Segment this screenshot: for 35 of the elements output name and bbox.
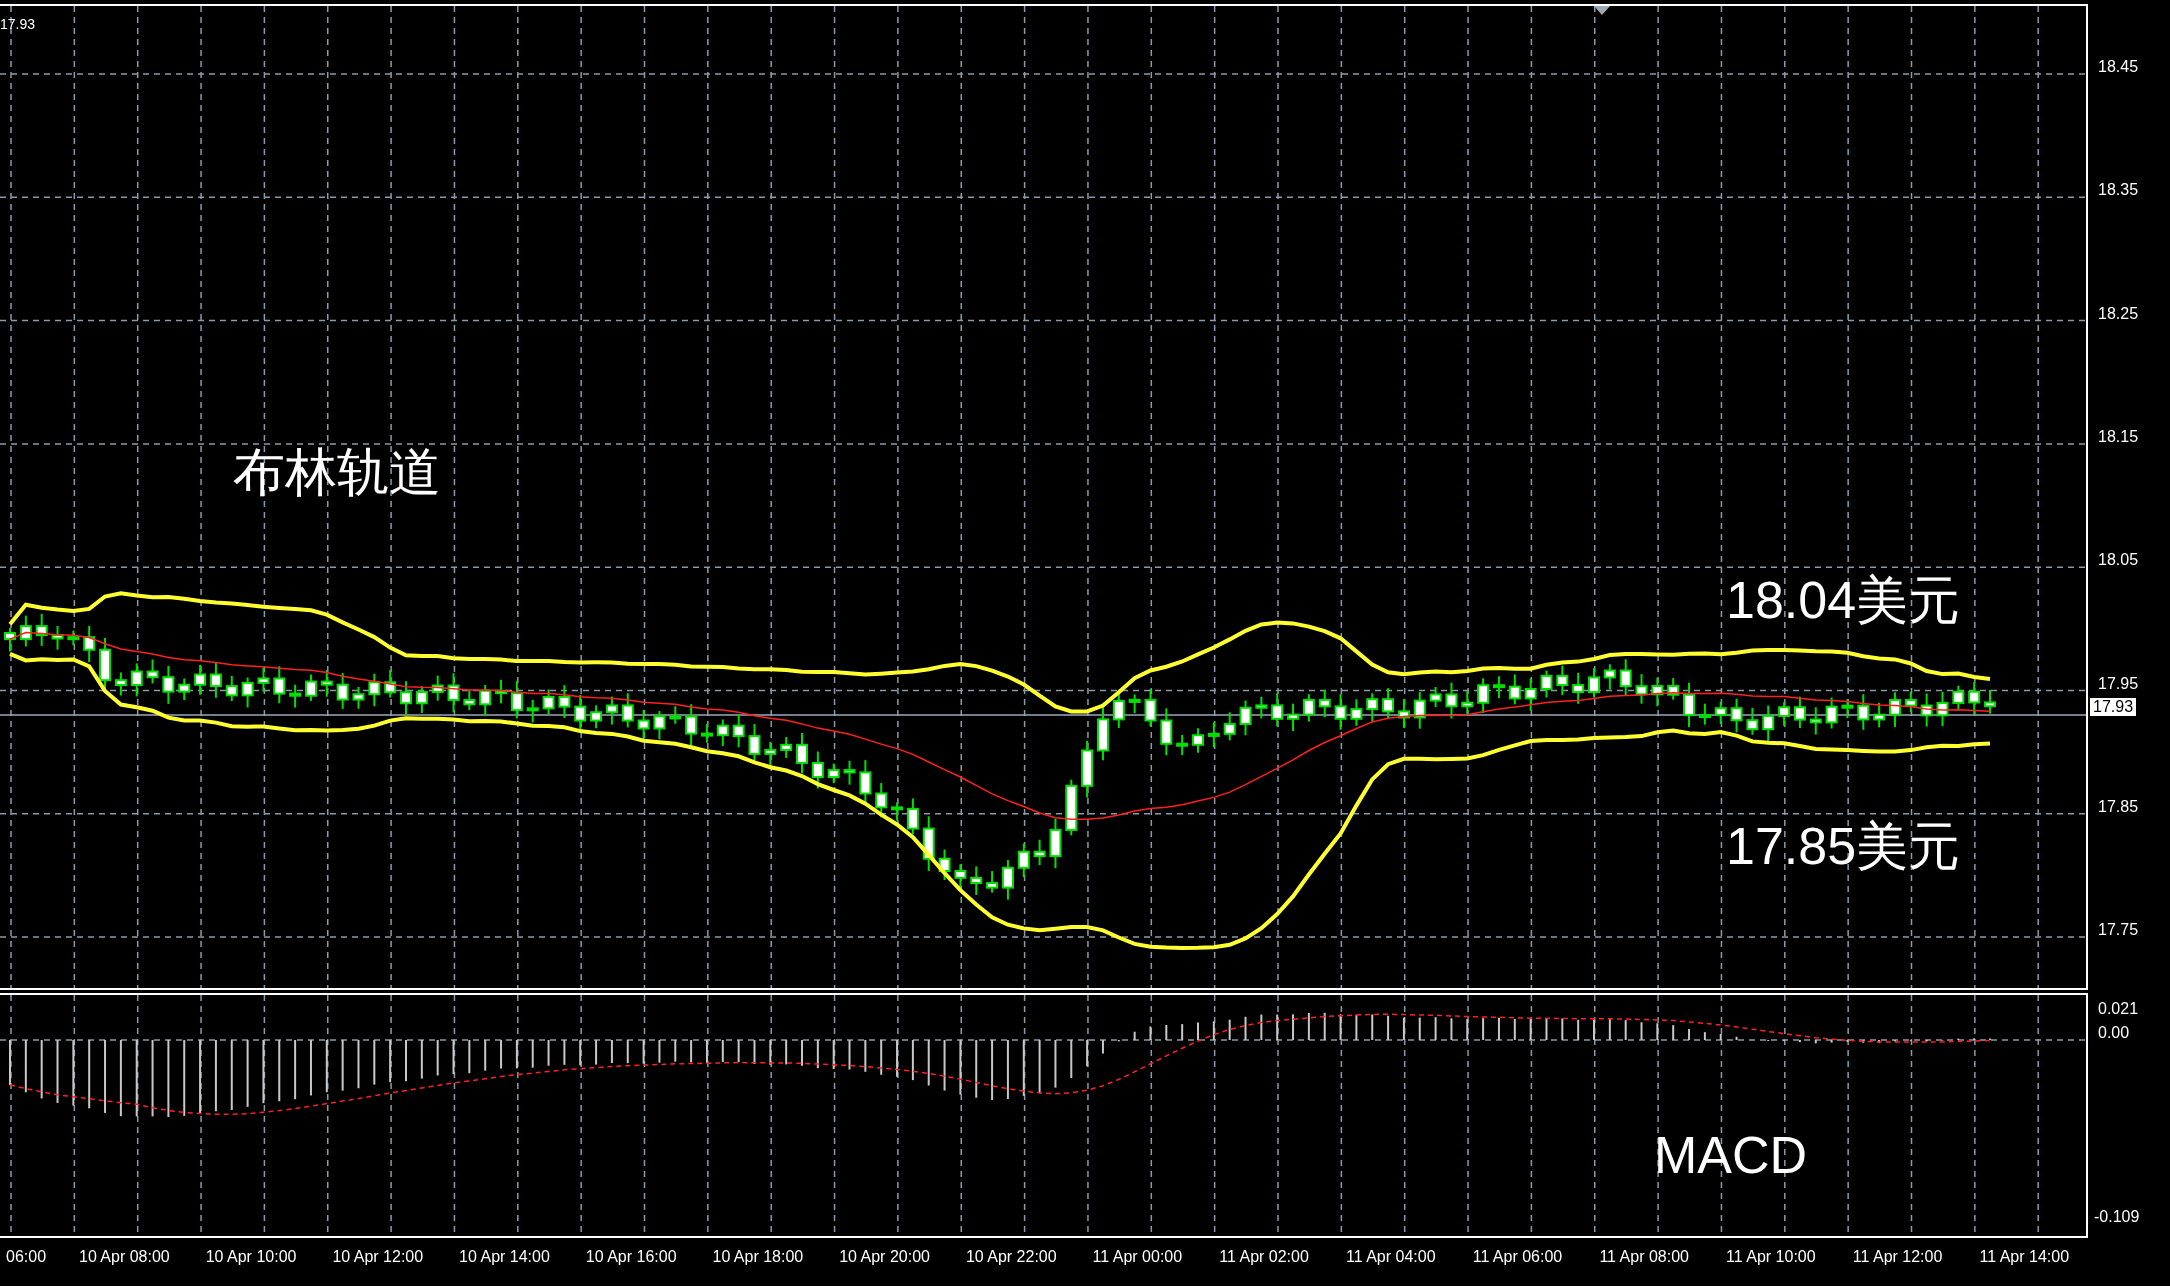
price-axis-label: 18.25	[2098, 304, 2139, 323]
time-axis-label: 10 Apr 20:00	[839, 1248, 930, 1266]
chart-annotation: 布林轨道	[233, 442, 441, 503]
time-axis-label: 10 Apr 14:00	[459, 1248, 550, 1266]
price-axis-label: 18.35	[2098, 181, 2139, 200]
time-axis-label: 10 Apr 18:00	[712, 1248, 804, 1266]
time-axis-label: 10 Apr 08:00	[79, 1248, 170, 1266]
price-axis-label: 17.75	[2098, 921, 2139, 940]
chart-annotation: 18.04美元	[1726, 570, 1961, 631]
time-axis-label: 10 Apr 12:00	[332, 1248, 424, 1266]
time-axis-label: 10 Apr 16:00	[585, 1248, 677, 1266]
price-axis-label: 17.95	[2098, 674, 2139, 693]
price-axis-label: 18.05	[2098, 551, 2139, 570]
time-axis-label: 11 Apr 08:00	[1599, 1248, 1689, 1266]
indicator-label: MACD	[1654, 1125, 1808, 1185]
macd-axis-label: 0.00	[2098, 1024, 2130, 1042]
time-axis-label: 10 Apr 22:00	[965, 1248, 1057, 1266]
price-axis-label: 18.45	[2098, 58, 2139, 76]
macd-axis-label: 0.021	[2098, 1000, 2139, 1018]
time-axis-label: 11 Apr 06:00	[1472, 1248, 1563, 1266]
chart-annotation: 17.85美元	[1726, 816, 1961, 877]
triangle-icon	[1594, 6, 1610, 15]
price-label: 17.93	[0, 16, 36, 32]
time-axis-label: 11 Apr 10:00	[1726, 1248, 1816, 1266]
time-axis-label: 11 Apr 12:00	[1852, 1248, 1943, 1266]
time-axis-label: 06:00	[6, 1248, 47, 1266]
time-axis-label: 11 Apr 02:00	[1219, 1248, 1309, 1266]
price-axis-label: 18.15	[2098, 427, 2139, 446]
time-axis-label: 11 Apr 00:00	[1092, 1248, 1183, 1266]
macd-axis-label: -0.109	[2094, 1208, 2140, 1226]
time-axis-label: 11 Apr 14:00	[1979, 1248, 2070, 1266]
time-axis-label: 11 Apr 04:00	[1346, 1248, 1436, 1266]
time-axis-label: 10 Apr 10:00	[205, 1248, 297, 1266]
current-price-label: 17.93	[2090, 698, 2137, 716]
price-axis-label: 17.85	[2098, 797, 2139, 816]
